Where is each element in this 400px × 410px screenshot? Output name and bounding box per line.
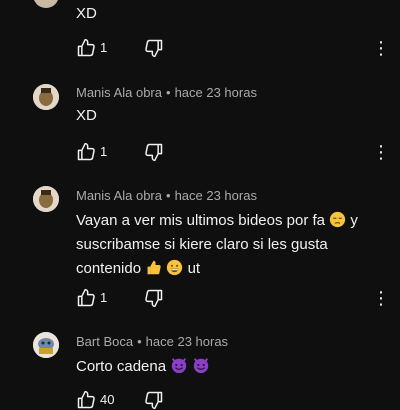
thumbs-up-icon[interactable] xyxy=(76,390,96,410)
like-count: 1 xyxy=(100,290,108,305)
thumbs-down-icon[interactable] xyxy=(144,142,164,162)
avatar[interactable] xyxy=(33,186,59,212)
comment-line: contenido ut xyxy=(76,257,360,281)
smiling-devil-emoji xyxy=(172,358,187,374)
comment-actions: 1 xyxy=(76,142,376,162)
separator-dot: • xyxy=(166,85,171,100)
comment-text: Corto cadena xyxy=(76,355,360,379)
thumbs-down-icon[interactable] xyxy=(144,38,164,58)
thumbs-up-icon[interactable] xyxy=(76,142,96,162)
comment-line-text: y xyxy=(350,212,358,229)
comment-line-text: Vayan a ver mis ultimos bideos por fa xyxy=(76,212,326,229)
comment-line-text: suscribamse si kiere claro si les gusta xyxy=(76,236,328,253)
author-name[interactable]: Manis Ala obra xyxy=(76,188,162,203)
comment-time[interactable]: hace 23 horas xyxy=(175,85,257,100)
thumbs-up-icon[interactable] xyxy=(76,38,96,58)
avatar[interactable] xyxy=(33,84,59,110)
more-vertical-icon[interactable]: ⋮ xyxy=(372,143,390,161)
comment-line-text: contenido xyxy=(76,260,142,277)
pensive-face-emoji xyxy=(330,211,346,228)
smiling-devil-emoji xyxy=(194,358,209,374)
comment-item: Manis Ala obra • hace 23 horas XD 1 ⋮ xyxy=(0,80,400,175)
avatar[interactable] xyxy=(33,332,59,358)
like-count: 1 xyxy=(100,144,108,159)
author-name[interactable]: Manis Ala obra xyxy=(76,85,162,100)
like-count: 1 xyxy=(100,40,108,55)
comment-time[interactable]: hace 23 horas xyxy=(146,334,228,349)
comment-text: XD xyxy=(76,5,97,22)
more-vertical-icon[interactable]: ⋮ xyxy=(372,289,390,307)
more-vertical-icon[interactable]: ⋮ xyxy=(372,39,390,57)
comment-line-text: Corto cadena xyxy=(76,358,167,375)
grinning-face-emoji xyxy=(167,259,183,276)
comment-meta: Bart Boca • hace 23 horas xyxy=(76,334,228,349)
comment-actions: 1 xyxy=(76,38,376,58)
thumbs-up-icon[interactable] xyxy=(76,288,96,308)
author-name[interactable]: Bart Boca xyxy=(76,334,133,349)
comment-item: Bart Boca • hace 23 horas Corto cadena 40 xyxy=(0,328,400,400)
comment-text: Vayan a ver mis ultimos bideos por fa y … xyxy=(76,209,360,281)
comment-item: Manis Ala obra • hace 23 horas Vayan a ver… xyxy=(0,183,400,318)
comment-time[interactable]: hace 23 horas xyxy=(175,188,257,203)
comment-actions: 1 xyxy=(76,288,376,308)
separator-dot: • xyxy=(137,334,142,349)
comment-line: Vayan a ver mis ultimos bideos por fa y xyxy=(76,209,360,233)
comment-item: XD 1 ⋮ xyxy=(0,0,400,70)
separator-dot: • xyxy=(166,188,171,203)
comment-meta: Manis Ala obra • hace 23 horas xyxy=(76,85,257,100)
comment-actions: 40 xyxy=(76,390,376,410)
comment-line: suscribamse si kiere claro si les gusta xyxy=(76,233,360,257)
thumbs-down-icon[interactable] xyxy=(144,288,164,308)
comment-meta: Manis Ala obra • hace 23 horas xyxy=(76,188,257,203)
thumbs-up-emoji xyxy=(147,260,161,275)
comment-text: XD xyxy=(76,107,97,124)
comment-line-text: ut xyxy=(187,260,201,277)
avatar[interactable] xyxy=(33,0,59,8)
thumbs-down-icon[interactable] xyxy=(144,390,164,410)
